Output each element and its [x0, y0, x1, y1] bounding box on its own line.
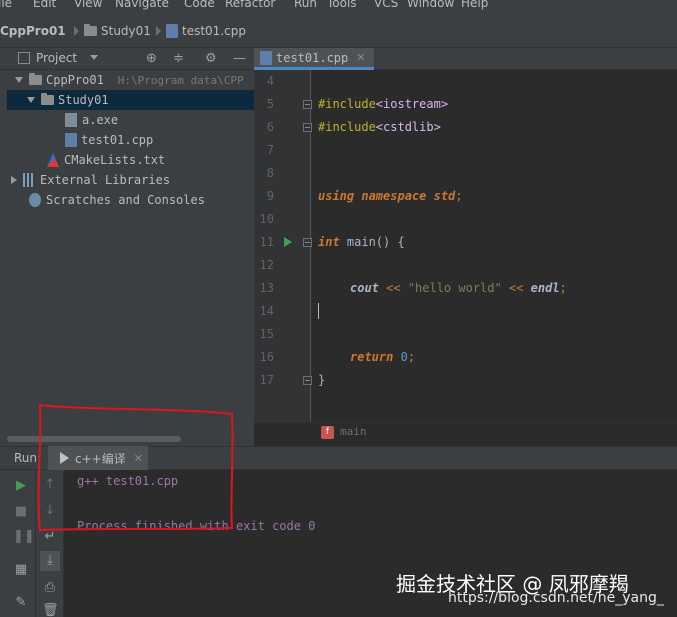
annotation-box [37, 403, 234, 532]
watermark-url: https://blog.csdn.net/he_yang_ [448, 590, 664, 606]
red-annotation-stroke [37, 403, 234, 532]
